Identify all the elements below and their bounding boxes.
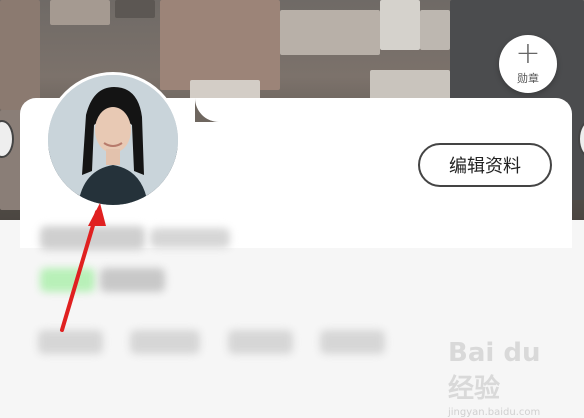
watermark-logo: Bai du 经验 <box>448 338 541 404</box>
watermark-url: jingyan.baidu.com <box>448 407 541 418</box>
baidu-watermark: Bai du 经验 jingyan.baidu.com <box>448 338 568 418</box>
